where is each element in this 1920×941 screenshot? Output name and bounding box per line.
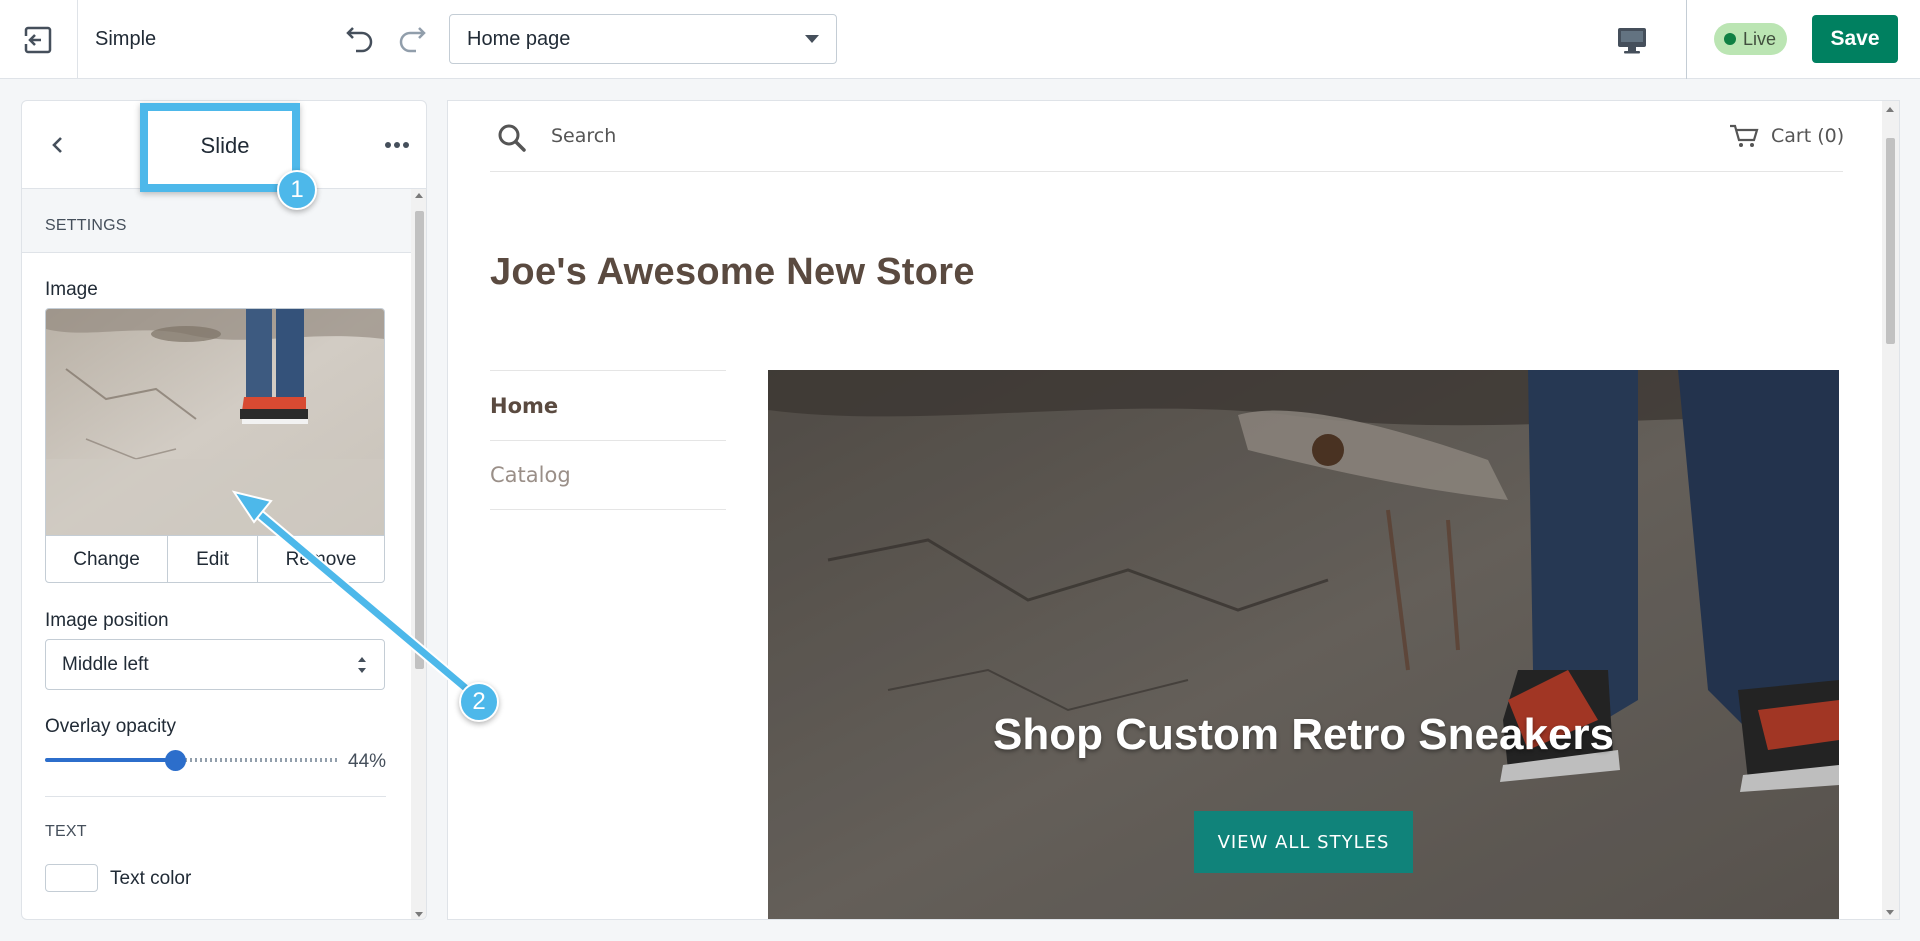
callout-badge-2: 2 <box>459 682 499 722</box>
scroll-down-arrow-icon[interactable] <box>415 912 423 917</box>
opacity-slider-handle[interactable] <box>165 750 186 771</box>
live-dot-icon <box>1724 33 1736 45</box>
desktop-icon[interactable] <box>1614 22 1650 58</box>
change-image-button[interactable]: Change <box>46 536 168 582</box>
select-arrows-icon <box>358 657 366 673</box>
image-position-label: Image position <box>45 610 169 631</box>
scroll-down-arrow-icon[interactable] <box>1886 910 1894 915</box>
text-color-swatch[interactable] <box>45 864 98 892</box>
chevron-down-icon <box>805 35 819 43</box>
settings-heading: SETTINGS <box>45 217 127 234</box>
scroll-up-arrow-icon[interactable] <box>415 193 423 198</box>
sneakers-image <box>46 309 384 535</box>
overlay-opacity-label: Overlay opacity <box>45 716 176 737</box>
store-search-link[interactable]: Search <box>551 125 616 147</box>
opacity-slider-track[interactable] <box>175 758 338 762</box>
search-icon[interactable] <box>495 121 529 155</box>
more-options-icon[interactable] <box>382 133 412 157</box>
undo-icon[interactable] <box>344 22 376 54</box>
theme-name: Simple <box>95 28 157 50</box>
opacity-value: 44% <box>348 751 387 772</box>
redo-icon[interactable] <box>396 22 428 54</box>
page-select[interactable]: Home page <box>449 14 837 64</box>
callout-badge-1: 1 <box>277 170 317 210</box>
section-divider <box>45 796 386 797</box>
slide-image-thumbnail[interactable] <box>46 309 384 535</box>
text-heading: TEXT <box>45 823 87 840</box>
opacity-slider-fill[interactable] <box>45 758 175 762</box>
editor-topbar: Simple Home page Live Save <box>0 0 1920 79</box>
store-preview: Search Cart (0) Joe's Awesome New Store … <box>447 100 1900 920</box>
store-cart-link[interactable]: Cart (0) <box>1771 125 1844 147</box>
save-button[interactable]: Save <box>1812 15 1898 63</box>
live-status-badge: Live <box>1714 23 1788 55</box>
panel-scrollbar[interactable] <box>411 189 426 919</box>
store-title[interactable]: Joe's Awesome New Store <box>490 251 975 294</box>
scrollbar-thumb[interactable] <box>1886 138 1895 344</box>
section-settings-panel: Slide SETTINGS Image Change Edit Remove … <box>21 100 427 920</box>
preview-scrollbar[interactable] <box>1882 101 1899 919</box>
store-nav: Home Catalog <box>490 370 726 510</box>
callout-highlight-box <box>140 103 300 192</box>
hero-slide: Shop Custom Retro Sneakers VIEW ALL STYL… <box>768 370 1839 919</box>
topbar-divider <box>1686 0 1687 79</box>
live-label: Live <box>1743 28 1777 49</box>
cart-icon[interactable] <box>1729 123 1759 149</box>
edit-image-button[interactable]: Edit <box>168 536 258 582</box>
view-all-styles-button[interactable]: VIEW ALL STYLES <box>1194 811 1413 873</box>
text-color-label: Text color <box>110 868 192 889</box>
scroll-up-arrow-icon[interactable] <box>1886 107 1894 112</box>
nav-item-catalog[interactable]: Catalog <box>490 440 726 510</box>
remove-image-button[interactable]: Remove <box>258 536 384 582</box>
header-divider <box>490 171 1843 172</box>
image-position-value: Middle left <box>62 653 149 675</box>
image-picker: Change Edit Remove <box>45 308 385 583</box>
nav-item-home[interactable]: Home <box>490 370 726 440</box>
image-position-select[interactable]: Middle left <box>45 639 385 690</box>
image-actions: Change Edit Remove <box>46 535 384 582</box>
page-select-value: Home page <box>467 27 571 50</box>
hero-heading[interactable]: Shop Custom Retro Sneakers <box>768 710 1839 760</box>
scrollbar-thumb[interactable] <box>415 211 424 669</box>
image-label: Image <box>45 279 98 300</box>
exit-editor-button[interactable] <box>0 0 78 79</box>
exit-icon <box>23 26 51 53</box>
